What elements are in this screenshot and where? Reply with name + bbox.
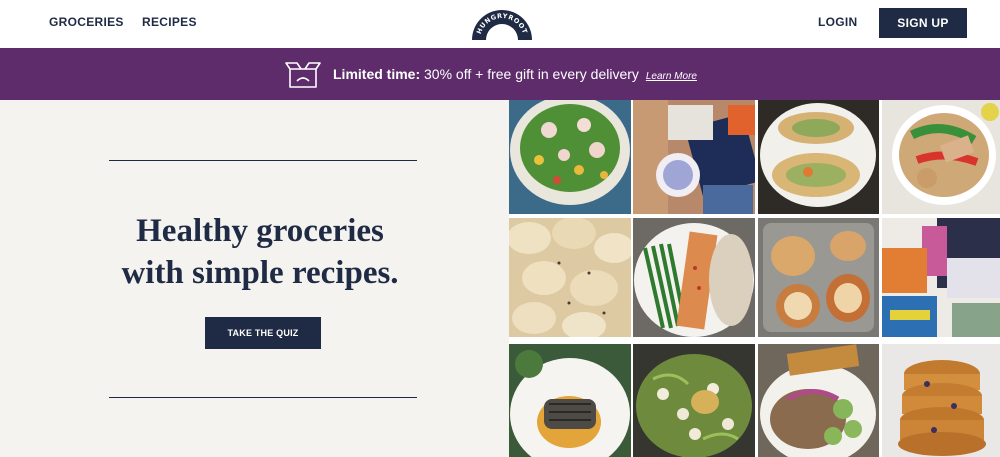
login-link[interactable]: LOGIN: [818, 15, 858, 29]
nav-groceries[interactable]: GROCERIES: [49, 15, 124, 29]
hero-headline: Healthy groceries with simple recipes.: [80, 210, 440, 294]
headline-line-2: with simple recipes.: [121, 255, 399, 291]
divider-top: [109, 160, 417, 161]
promo-strong-text: Limited time:: [333, 66, 421, 82]
promo-banner: Limited time: 30% off + free gift in eve…: [0, 48, 1000, 100]
pasta-photo: [509, 218, 631, 337]
nav-recipes[interactable]: RECIPES: [142, 15, 197, 29]
hero-section: Healthy groceries with simple recipes. T…: [0, 100, 510, 457]
site-header: GROCERIES RECIPES HUNGRYROOT LOGIN SIGN …: [0, 0, 1000, 48]
grocery-products-photo: [882, 218, 1000, 337]
grain-bowl-photo: [758, 344, 879, 457]
divider-bottom: [109, 397, 417, 398]
grocery-packages-photo: [633, 100, 755, 214]
food-photo-grid: [509, 100, 1000, 457]
hungryroot-logo[interactable]: HUNGRYROOT: [470, 8, 534, 40]
promo-offer-text: 30% off + free gift in every delivery: [424, 66, 639, 82]
box-icon: [285, 62, 321, 88]
white-bean-greens-photo: [633, 344, 755, 457]
grilled-fish-plate-photo: [509, 344, 631, 457]
salmon-green-beans-photo: [633, 218, 755, 337]
signup-button[interactable]: SIGN UP: [879, 8, 967, 38]
headline-line-1: Healthy groceries: [136, 213, 384, 249]
tacos-photo: [758, 100, 879, 214]
chicken-peppers-bowl-photo: [882, 100, 1000, 214]
pancakes-photo: [882, 344, 1000, 457]
stuffed-buns-photo: [758, 218, 879, 337]
promo-message: Limited time: 30% off + free gift in eve…: [333, 66, 697, 82]
learn-more-link[interactable]: Learn More: [646, 71, 697, 82]
take-the-quiz-button[interactable]: TAKE THE QUIZ: [205, 317, 321, 349]
salad-bowl-photo: [509, 100, 631, 214]
